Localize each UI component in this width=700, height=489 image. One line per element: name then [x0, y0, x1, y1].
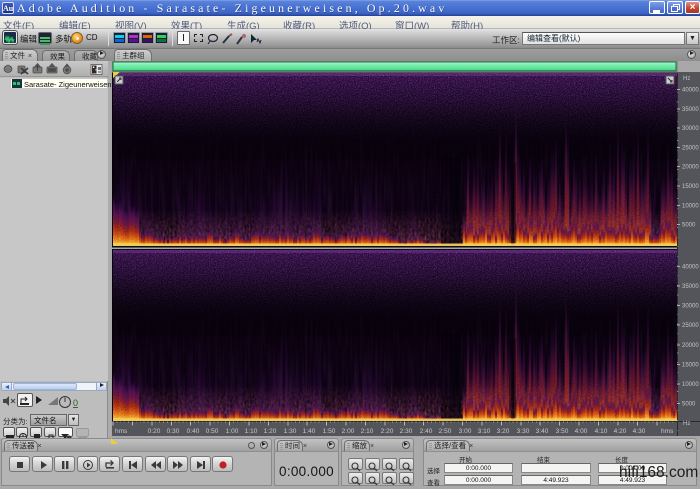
svg-text:1:10: 1:10: [245, 428, 258, 435]
svg-text:Hz: Hz: [683, 421, 690, 427]
svg-text:0: 0: [73, 398, 78, 408]
svg-text:5000: 5000: [682, 402, 696, 408]
svg-text:4:10: 4:10: [595, 428, 608, 435]
svg-text:1:50: 1:50: [323, 428, 336, 435]
svg-text:0:30: 0:30: [167, 428, 180, 435]
svg-text:Hz: Hz: [683, 76, 690, 82]
svg-text:2:40: 2:40: [420, 428, 433, 435]
svg-text:25000: 25000: [682, 323, 699, 329]
svg-text:3:30: 3:30: [517, 428, 530, 435]
svg-text:hms: hms: [115, 428, 128, 435]
svg-text:20000: 20000: [682, 343, 699, 349]
svg-text:10000: 10000: [682, 203, 699, 209]
svg-text:0:20: 0:20: [148, 428, 161, 435]
svg-text:2:50: 2:50: [439, 428, 452, 435]
svg-text:2:10: 2:10: [361, 428, 374, 435]
svg-text:25000: 25000: [682, 145, 699, 151]
svg-text:2:30: 2:30: [400, 428, 413, 435]
svg-text:3:50: 3:50: [556, 428, 569, 435]
svg-text:3:20: 3:20: [497, 428, 510, 435]
svg-text:0:40: 0:40: [187, 428, 200, 435]
svg-text:1:20: 1:20: [264, 428, 277, 435]
svg-text:10000: 10000: [682, 382, 699, 388]
svg-text:1:00: 1:00: [226, 428, 239, 435]
svg-text:15000: 15000: [682, 184, 699, 190]
svg-text:4:30: 4:30: [633, 428, 646, 435]
svg-text:3:40: 3:40: [536, 428, 549, 435]
svg-text:4:00: 4:00: [575, 428, 588, 435]
svg-text:2:20: 2:20: [381, 428, 394, 435]
svg-text:2:00: 2:00: [342, 428, 355, 435]
svg-text:20000: 20000: [682, 165, 699, 171]
svg-text:hms: hms: [661, 428, 674, 435]
svg-text:5000: 5000: [682, 223, 696, 229]
svg-text:0:50: 0:50: [206, 428, 219, 435]
svg-text:3:00: 3:00: [459, 428, 472, 435]
svg-text:35000: 35000: [682, 107, 699, 113]
svg-text:35000: 35000: [682, 284, 699, 290]
svg-text:15000: 15000: [682, 362, 699, 368]
svg-text:4:20: 4:20: [614, 428, 627, 435]
svg-text:40000: 40000: [682, 88, 699, 94]
svg-text:30000: 30000: [682, 304, 699, 310]
svg-text:30000: 30000: [682, 126, 699, 132]
svg-text:1:30: 1:30: [284, 428, 297, 435]
svg-text:3:10: 3:10: [478, 428, 491, 435]
svg-text:1:40: 1:40: [303, 428, 316, 435]
svg-text:40000: 40000: [682, 264, 699, 270]
